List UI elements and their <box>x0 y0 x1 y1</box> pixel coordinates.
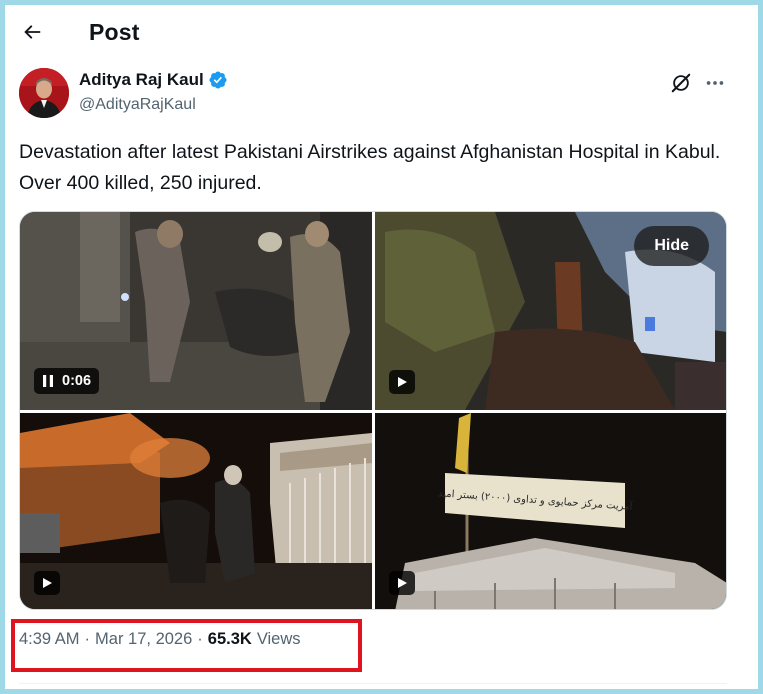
avatar[interactable] <box>19 68 69 118</box>
arrow-left-icon <box>24 25 41 39</box>
verified-badge-icon <box>208 70 228 90</box>
video-thumbnail-image: آمریت مرکز حمایوی و تداوی (۲۰۰۰) بستر ام… <box>375 413 726 609</box>
media-tile-1[interactable]: 0:06 <box>20 212 372 410</box>
top-bar: Post <box>5 5 755 60</box>
play-button[interactable] <box>389 571 415 595</box>
play-button[interactable] <box>34 571 60 595</box>
media-grid: 0:06 Hide آمریت مرکز حمایوی و تداوی (۲۰۰… <box>19 211 727 610</box>
media-tile-2[interactable]: Hide <box>375 212 726 410</box>
back-button[interactable] <box>15 15 49 49</box>
highlight-box <box>11 619 362 672</box>
page-title: Post <box>89 19 140 45</box>
video-time: 0:06 <box>62 373 92 389</box>
play-icon <box>398 578 407 588</box>
tweet-text: Devastation after latest Pakistani Airst… <box>19 141 721 194</box>
play-icon <box>43 578 52 588</box>
video-thumbnail-image <box>20 413 372 609</box>
author-handle[interactable]: @AdityaRajKaul <box>79 96 196 114</box>
hide-media-button[interactable]: Hide <box>634 226 709 266</box>
author-name[interactable]: Aditya Raj Kaul <box>79 70 204 90</box>
play-button[interactable] <box>389 370 415 394</box>
divider <box>19 683 727 684</box>
play-icon <box>398 377 407 387</box>
more-options-button[interactable] <box>702 70 728 96</box>
grok-button[interactable] <box>668 70 694 96</box>
more-horizontal-icon <box>706 81 724 85</box>
video-time-pill[interactable]: 0:06 <box>34 368 100 394</box>
media-tile-3[interactable] <box>20 413 372 609</box>
pause-icon <box>43 375 53 387</box>
media-tile-4[interactable]: آمریت مرکز حمایوی و تداوی (۲۰۰۰) بستر ام… <box>375 413 726 609</box>
avatar-image <box>19 68 69 118</box>
author-name-row: Aditya Raj Kaul <box>79 70 228 90</box>
grok-icon <box>671 73 691 93</box>
